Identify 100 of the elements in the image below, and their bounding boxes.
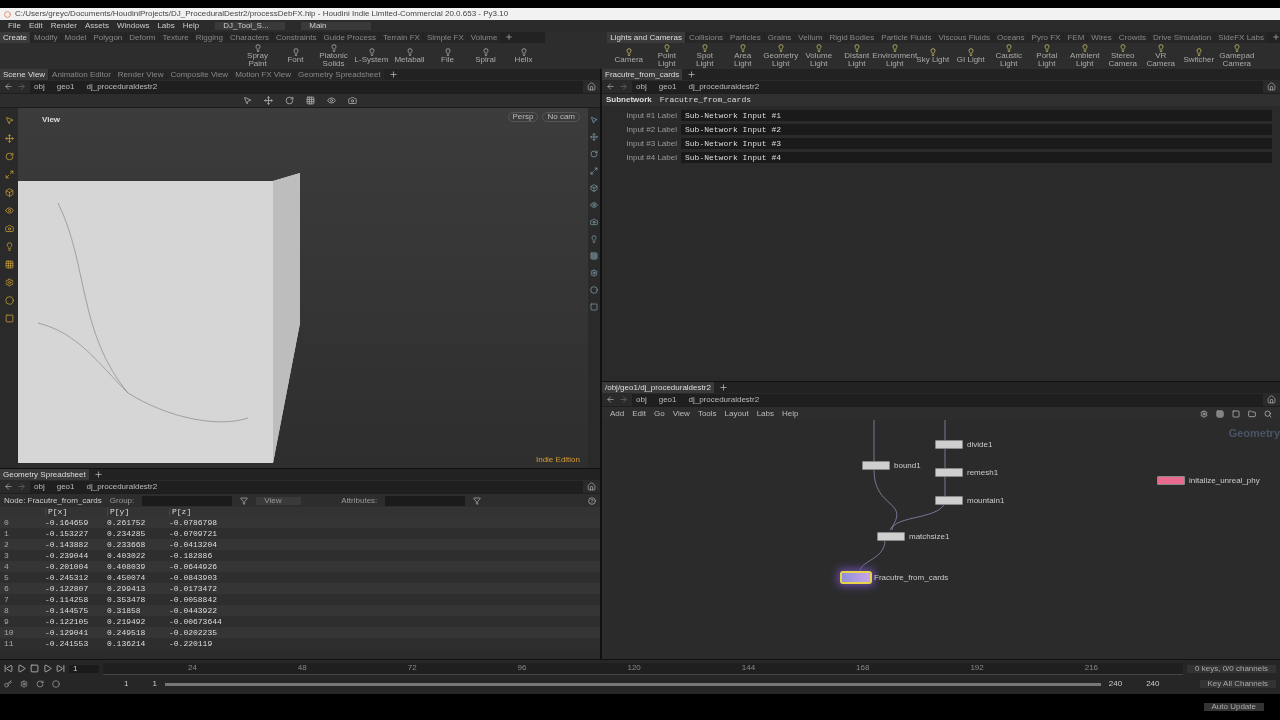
network-node[interactable] (935, 468, 963, 477)
display-option-icon[interactable] (590, 133, 598, 141)
desktop-menu[interactable]: Main (301, 22, 372, 30)
network-node[interactable] (935, 440, 963, 449)
display-option-icon[interactable] (590, 201, 598, 209)
column-header[interactable]: P[x] (45, 508, 107, 516)
home-icon[interactable] (1267, 395, 1276, 404)
forward-icon[interactable] (17, 482, 26, 491)
add-tab-icon[interactable] (687, 70, 697, 79)
help-icon[interactable] (588, 496, 596, 505)
display-option-icon[interactable] (590, 184, 598, 192)
shelf-tool[interactable]: VR Camera (1143, 44, 1179, 68)
view-tool-icon[interactable] (348, 96, 357, 105)
menu-item[interactable]: Edit (632, 409, 647, 418)
shelf-tool[interactable]: Font (278, 48, 313, 64)
network-tool-icon[interactable] (1264, 409, 1272, 418)
back-icon[interactable] (606, 82, 615, 91)
view-tool-icon[interactable] (327, 96, 336, 105)
column-header[interactable]: P[z] (169, 508, 231, 516)
playback-icon[interactable] (4, 664, 13, 673)
shelf-tool[interactable]: Portal Light (1029, 44, 1065, 68)
tool-icon[interactable] (4, 170, 14, 179)
path-segment[interactable]: obj (34, 82, 45, 91)
column-header[interactable]: P[y] (107, 508, 169, 516)
network-node[interactable] (862, 461, 890, 470)
path-segment[interactable]: geo1 (658, 82, 677, 91)
view-tool-icon[interactable] (264, 96, 273, 105)
path-segment[interactable]: dj_proceduraldestr2 (86, 82, 158, 91)
text-field[interactable]: Sub-Network Input #2 (681, 124, 1272, 135)
menu-item[interactable]: Windows (116, 22, 150, 30)
add-tab-icon[interactable] (93, 470, 103, 479)
path-bar[interactable]: obj geo1 dj_proceduraldestr2 (632, 393, 1263, 406)
path-segment[interactable]: geo1 (56, 482, 75, 491)
add-tab-icon[interactable] (505, 33, 514, 41)
shelf-tool[interactable]: Spiral (468, 48, 503, 64)
shelf-tool[interactable]: Spray Paint (240, 44, 275, 68)
add-tab-icon[interactable] (1272, 33, 1280, 41)
shelf-tool[interactable]: Spot Light (687, 44, 723, 68)
text-field[interactable]: Sub-Network Input #1 (681, 110, 1272, 121)
back-icon[interactable] (4, 482, 13, 491)
shelf-tool[interactable]: Metaball (392, 48, 427, 64)
group-field[interactable] (142, 495, 233, 506)
menu-item[interactable]: Labs (157, 22, 175, 30)
shelf-tool[interactable]: Gamepad Camera (1219, 44, 1255, 68)
menu-item[interactable]: Tools (697, 409, 717, 418)
menu-item[interactable]: Layout (724, 409, 749, 418)
start-frame[interactable]: 1 (124, 680, 129, 688)
range-start[interactable]: 1 (152, 680, 157, 688)
menu-item[interactable]: Help (782, 409, 799, 418)
shelf-tool[interactable]: Point Light (649, 44, 685, 68)
filter-icon[interactable] (240, 496, 249, 505)
menu-item[interactable]: Help (182, 22, 200, 30)
view-tool-icon[interactable] (306, 96, 315, 105)
tool-icon[interactable] (4, 206, 14, 215)
network-tool-icon[interactable] (1216, 409, 1224, 418)
shelf-tool[interactable]: L-System (354, 48, 389, 64)
forward-icon[interactable] (17, 82, 26, 91)
key-all-button[interactable]: Key All Channels (1199, 680, 1276, 688)
home-icon[interactable] (587, 82, 596, 91)
path-segment[interactable]: dj_proceduraldestr2 (86, 482, 158, 491)
menu-item[interactable]: File (8, 22, 21, 30)
network-tool-icon[interactable] (1200, 409, 1208, 418)
desktop-menu[interactable]: DJ_Tool_S... (215, 22, 286, 30)
timeline-ruler[interactable]: 24 48 72 96 120 144 168 192 216 (103, 662, 1184, 675)
timeline-tool-icon[interactable] (52, 680, 60, 688)
display-option-icon[interactable] (590, 150, 598, 158)
network-node[interactable] (935, 496, 963, 505)
path-bar[interactable]: obj geo1 dj_proceduraldestr2 (30, 80, 583, 93)
view-tool-icon[interactable] (243, 96, 252, 105)
menu-item[interactable]: View (672, 409, 690, 418)
path-segment[interactable]: obj (636, 395, 647, 404)
back-icon[interactable] (606, 395, 615, 404)
shelf-tool[interactable]: Camera (611, 48, 647, 64)
auto-update-button[interactable]: Auto Update (1203, 703, 1264, 711)
path-bar[interactable]: obj geo1 dj_proceduraldestr2 (30, 480, 583, 493)
network-tool-icon[interactable] (1232, 409, 1240, 418)
playback-icon[interactable] (56, 664, 65, 673)
network-node[interactable] (877, 532, 905, 541)
end-frame[interactable]: 240 (1146, 680, 1160, 688)
menu-item[interactable]: Edit (28, 22, 43, 30)
range-slider[interactable] (164, 682, 1101, 686)
shelf-tool[interactable]: Area Light (725, 44, 761, 68)
viewport[interactable]: View Persp No cam Indie Edition (18, 108, 588, 468)
forward-icon[interactable] (619, 395, 628, 404)
range-end[interactable]: 240 (1108, 680, 1123, 688)
tool-icon[interactable] (4, 278, 14, 287)
add-tab-icon[interactable] (388, 70, 398, 79)
shelf-tool[interactable]: GI Light (953, 48, 989, 64)
timeline-tool-icon[interactable] (4, 680, 12, 688)
display-option-icon[interactable] (590, 303, 598, 311)
path-segment[interactable]: geo1 (56, 82, 75, 91)
text-field[interactable]: Sub-Network Input #4 (681, 152, 1272, 163)
shelf-tool[interactable]: Ambient Light (1067, 44, 1103, 68)
path-segment[interactable]: obj (636, 82, 647, 91)
shelf-tool[interactable]: Switcher (1181, 48, 1217, 64)
tool-icon[interactable] (4, 224, 14, 233)
tool-icon[interactable] (4, 152, 14, 161)
display-option-icon[interactable] (590, 218, 598, 226)
menu-item[interactable]: Assets (84, 22, 109, 30)
home-icon[interactable] (587, 482, 596, 491)
